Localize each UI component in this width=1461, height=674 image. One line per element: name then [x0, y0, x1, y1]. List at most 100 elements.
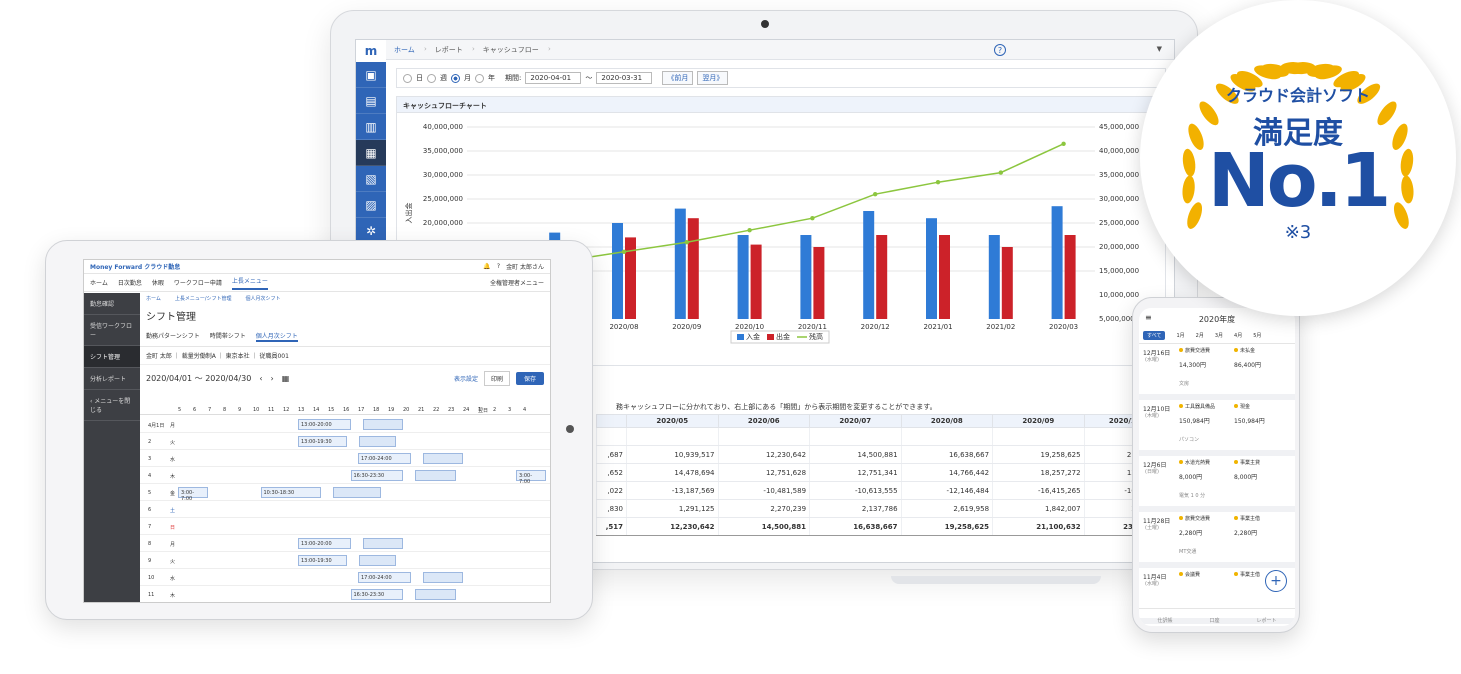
radio-day[interactable]	[403, 73, 412, 83]
shift-row[interactable]: 10 水 17:00-24:00	[140, 569, 550, 586]
document-edit-icon[interactable]: ▤	[356, 88, 386, 114]
chevron-right-icon[interactable]: ›	[271, 374, 274, 383]
list-icon[interactable]: ▨	[356, 192, 386, 218]
x-tick-label: 2020/09	[672, 323, 701, 331]
shift-block-early[interactable]: 3:00-7:00	[178, 487, 208, 502]
user-menu[interactable]: 金町 太郎さん	[506, 262, 544, 271]
table-header-cell	[596, 414, 627, 428]
menu-daily[interactable]: 日次勤怠	[118, 278, 142, 287]
shift-row[interactable]: 8 月 13:00-20:00	[140, 535, 550, 552]
shift-block[interactable]: 13:00-20:00	[298, 419, 351, 430]
tab-apr[interactable]: 4月	[1234, 332, 1242, 339]
tab-jan[interactable]: 1月	[1176, 332, 1184, 339]
shift-block[interactable]: 17:00-24:00	[358, 453, 411, 464]
period-label: 2020/04/01 〜 2020/04/30	[146, 374, 252, 383]
shift-block-extension[interactable]	[422, 572, 463, 583]
document-plus-icon[interactable]: ▣	[356, 62, 386, 88]
admin-menu[interactable]: 全権管理者メニュー	[490, 278, 544, 287]
calculator-icon[interactable]: ▧	[356, 166, 386, 192]
nav-journal[interactable]: 仕訳帳	[1157, 617, 1172, 624]
menu-manager[interactable]: 上長メニュー	[231, 276, 268, 290]
journal-entry[interactable]: 11月28日 (土曜) 旅費交通費 2,280円 事業主借 2,280円 MT交通	[1139, 512, 1295, 568]
breadcrumb-shift[interactable]: 上長メニュー/シフト管理	[175, 295, 232, 302]
shift-block-extension[interactable]	[422, 453, 463, 464]
shift-block-extension[interactable]	[358, 436, 396, 447]
help-icon[interactable]: ?	[994, 44, 1006, 56]
chevron-left-icon[interactable]: ‹	[259, 374, 262, 383]
breadcrumb-home[interactable]: ホーム	[146, 295, 161, 302]
radio-month[interactable]	[451, 73, 460, 83]
fiscal-year[interactable]: 2020年度	[1199, 315, 1235, 324]
shift-block-extension[interactable]	[358, 555, 396, 566]
display-settings-link[interactable]: 表示設定	[454, 374, 478, 383]
end-date-input[interactable]: 2020-03-31	[596, 72, 653, 84]
book-icon[interactable]: ▥	[356, 114, 386, 140]
y2-tick-label: 20,000,000	[1099, 243, 1139, 251]
sidebar-item-report[interactable]: 分析レポート	[84, 368, 140, 390]
nav-report[interactable]: レポート	[1256, 617, 1276, 624]
report-chart-icon[interactable]: ▦	[356, 140, 386, 166]
shift-block[interactable]: 16:30-23:30	[350, 470, 403, 481]
sidebar-close-button[interactable]: ‹ メニューを閉じる	[84, 390, 140, 421]
shift-block-extension[interactable]	[332, 487, 381, 498]
shift-block[interactable]: 17:00-24:00	[358, 572, 411, 583]
balance-point	[935, 180, 941, 185]
chart-title: キャッシュフローチャート	[397, 97, 1165, 113]
shift-block-extension[interactable]	[362, 538, 403, 549]
brand-logo[interactable]: Money Forward クラウド勤怠	[90, 262, 483, 271]
tab-monthly[interactable]: 個人月次シフト	[255, 331, 298, 342]
tab-pattern[interactable]: 勤務パターンシフト	[146, 331, 200, 342]
sidebar-item-attendance[interactable]: 勤怠確認	[84, 293, 140, 315]
shift-row[interactable]: 6土	[140, 501, 550, 518]
shift-block-late[interactable]: 3:00-7:00	[516, 470, 546, 485]
shift-block[interactable]: 16:30-23:30	[350, 589, 403, 600]
save-button[interactable]: 保存	[515, 372, 544, 385]
shift-block-extension[interactable]	[362, 419, 403, 430]
entry-debit: 水道光熱費 8,000円	[1179, 459, 1210, 481]
add-entry-button[interactable]: +	[1265, 570, 1287, 592]
journal-entry[interactable]: 12月16日 (水曜) 旅費交通費 14,300円 未払金 86,400円 文房	[1139, 344, 1295, 400]
tab-feb[interactable]: 2月	[1196, 332, 1204, 339]
shift-block[interactable]: 13:00-19:30	[298, 555, 347, 566]
sidebar-item-shift[interactable]: シフト管理	[84, 346, 140, 368]
tab-mar[interactable]: 3月	[1215, 332, 1223, 339]
journal-entry[interactable]: 12月10日 (木曜) 工具器具備品 150,984円 現金 150,984円 パソコン	[1139, 400, 1295, 456]
tab-timeslot[interactable]: 時間帯シフト	[210, 331, 246, 342]
shift-block[interactable]: 10:30-18:30	[260, 487, 321, 498]
next-month-button[interactable]: 翌月》	[697, 71, 729, 85]
radio-year[interactable]	[475, 73, 484, 83]
menu-workflow[interactable]: ワークフロー申請	[174, 278, 222, 287]
shift-row[interactable]: 4月1日月 13:00-20:00	[140, 416, 550, 433]
badge-title: クラウド会計ソフト	[1225, 86, 1370, 105]
shift-row[interactable]: 5 金 10:30-18:30 3:00-7:00	[140, 484, 550, 502]
menu-home[interactable]: ホーム	[90, 278, 108, 287]
tab-may[interactable]: 5月	[1253, 332, 1261, 339]
breadcrumb-home[interactable]: ホーム	[386, 45, 427, 55]
shift-block-extension[interactable]	[415, 470, 456, 481]
tab-all[interactable]: すべて	[1143, 331, 1166, 340]
shift-row[interactable]: 3 水 17:00-24:00	[140, 450, 550, 467]
shift-block[interactable]: 13:00-20:00	[298, 538, 351, 549]
shift-row[interactable]: 11 木 16:30-23:30	[140, 586, 550, 602]
shift-block[interactable]: 13:00-19:30	[298, 436, 347, 447]
breadcrumb-report[interactable]: レポート	[427, 45, 475, 55]
help-icon[interactable]: ?	[497, 263, 500, 270]
journal-entry[interactable]: 12月6日 (日曜) 水道光熱費 8,000円 事業主貸 8,000円 電気 1 0 分	[1139, 456, 1295, 512]
radio-week[interactable]	[427, 73, 436, 83]
shift-row[interactable]: 4 木 16:30-23:30 3:00-7:00	[140, 467, 550, 485]
bell-icon[interactable]: 🔔	[483, 263, 490, 270]
sidebar-item-workflow[interactable]: 受信ワークフロー	[84, 315, 140, 346]
table-cell: 21,100,632	[992, 517, 1085, 536]
shift-row[interactable]: 7日	[140, 518, 550, 535]
shift-block-extension[interactable]	[415, 589, 456, 600]
shift-row[interactable]: 9 火 13:00-19:30	[140, 552, 550, 569]
moneyforward-logo-icon[interactable]: m	[356, 40, 386, 62]
menu-leave[interactable]: 休暇	[152, 278, 164, 287]
prev-month-button[interactable]: 《前月	[662, 71, 694, 85]
table-cell: ,022	[596, 481, 627, 500]
print-button[interactable]: 印刷	[483, 371, 510, 386]
nav-account[interactable]: 口座	[1209, 617, 1219, 624]
calendar-icon[interactable]: ▦	[282, 374, 290, 383]
start-date-input[interactable]: 2020-04-01	[525, 72, 582, 84]
shift-row[interactable]: 2 火 13:00-19:30	[140, 433, 550, 450]
